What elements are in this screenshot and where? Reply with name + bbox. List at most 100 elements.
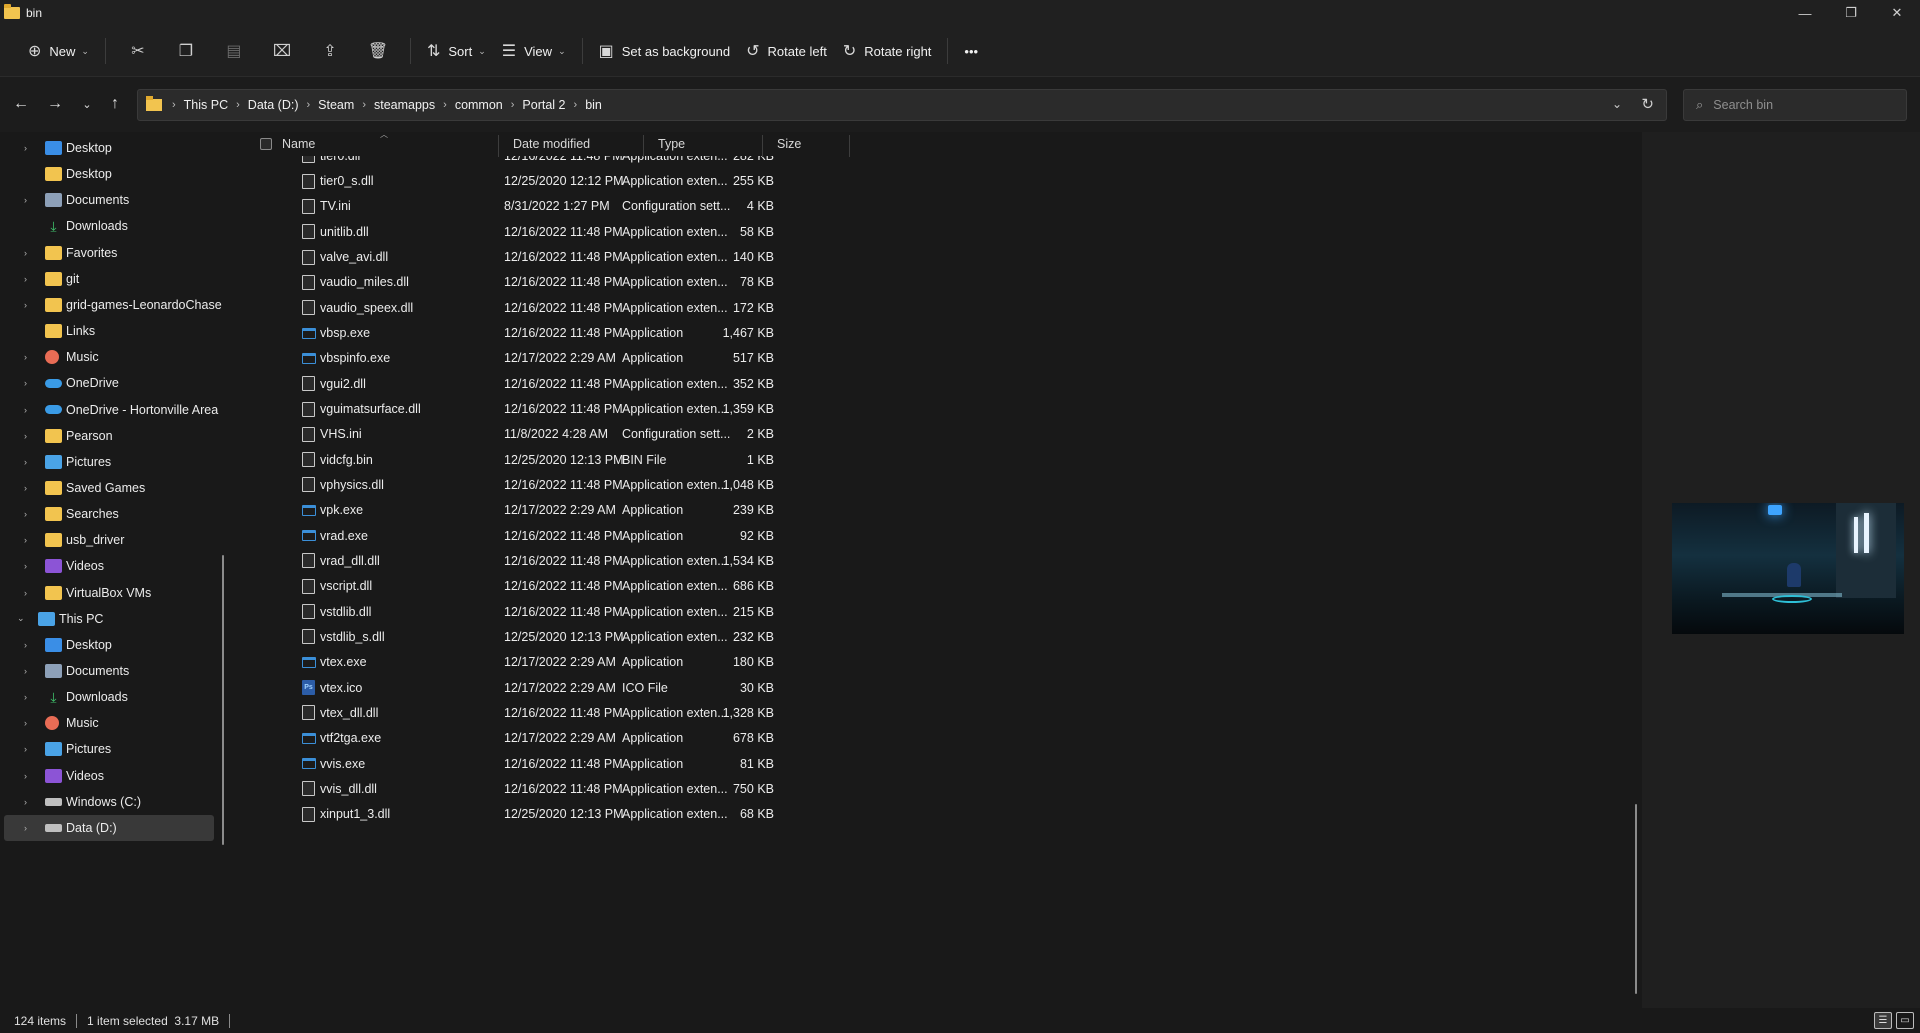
column-divider[interactable] [498,135,499,157]
sidebar-item[interactable]: › Videos [0,763,214,789]
chevron-right-icon[interactable]: › [24,352,27,362]
sidebar-item[interactable]: › Desktop [0,632,214,658]
sidebar-item[interactable]: › Data (D:) [4,814,214,841]
column-header-size[interactable]: Size [777,132,847,156]
address-history-dropdown[interactable]: ⌄ [1612,97,1622,111]
chevron-right-icon[interactable]: › [24,718,27,728]
file-row[interactable]: tier0_s.dll 12/25/2020 12:12 PM Applicatio… [262,169,1082,194]
sidebar-item[interactable]: › git [0,266,214,292]
chevron-right-icon[interactable]: › [24,457,27,467]
search-input[interactable] [1713,98,1894,112]
sidebar-item[interactable]: › Saved Games [0,475,214,501]
chevron-right-icon[interactable]: › [24,588,27,598]
chevron-right-icon[interactable]: › [24,274,27,284]
sidebar-item[interactable]: › OneDrive - Hortonville Area [0,397,218,423]
breadcrumb-this-pc[interactable]: This PC [184,98,228,112]
file-row[interactable]: vvis_dll.dll 12/16/2022 11:48 PM Applicati… [262,776,1082,801]
chevron-right-icon[interactable]: › [24,378,27,388]
chevron-right-icon[interactable]: › [24,797,27,807]
chevron-right-icon[interactable]: › [24,561,27,571]
large-icons-view-button[interactable]: ▭ [1896,1012,1914,1029]
chevron-right-icon[interactable]: › [24,195,27,205]
file-row[interactable]: vrad_dll.dll 12/16/2022 11:48 PM Applicati… [262,548,1082,573]
cut-button[interactable]: ✂ [114,34,162,68]
minimize-button[interactable]: — [1782,0,1828,26]
refresh-icon[interactable]: ↻ [1641,95,1654,113]
file-row[interactable]: vaudio_speex.dll 12/16/2022 11:48 PM Appli… [262,295,1082,320]
breadcrumb-bin[interactable]: bin [585,98,602,112]
sidebar-item[interactable]: › grid-games-LeonardoChase [0,292,222,318]
address-bar[interactable]: › This PC › Data (D:) › Steam › steamapp… [137,89,1667,121]
sidebar-item[interactable]: › Pearson [0,423,214,449]
paste-button[interactable]: ▤ [210,34,258,68]
breadcrumb-data-d[interactable]: Data (D:) [248,98,299,112]
sidebar-item[interactable]: › Desktop [0,135,214,161]
view-button[interactable]: ☰ View ⌄ [494,34,574,68]
chevron-right-icon[interactable]: › [24,300,27,310]
file-row[interactable]: vaudio_miles.dll 12/16/2022 11:48 PM Appli… [262,270,1082,295]
copy-button[interactable]: ❐ [162,34,210,68]
breadcrumb-common[interactable]: common [455,98,503,112]
file-row[interactable]: TV.ini 8/31/2022 1:27 PM Configuration set… [262,194,1082,219]
file-row[interactable]: vbspinfo.exe 12/17/2022 2:29 AM Applicatio… [262,346,1082,371]
file-row[interactable]: vtex_dll.dll 12/16/2022 11:48 PM Applicati… [262,700,1082,725]
file-row[interactable]: vbsp.exe 12/16/2022 11:48 PM Application 1,… [262,321,1082,346]
sidebar-item[interactable]: › Documents [0,187,214,213]
file-row[interactable]: vstdlib.dll 12/16/2022 11:48 PM Applicatio… [262,599,1082,624]
file-row[interactable]: vpk.exe 12/17/2022 2:29 AM Application 239 … [262,498,1082,523]
forward-button[interactable]: → [44,93,66,115]
file-row[interactable]: xinput1_3.dll 12/25/2020 12:13 PM Applicat… [262,802,1082,827]
sort-button[interactable]: ⇅ Sort ⌄ [419,34,494,68]
rotate-right-button[interactable]: ↻ Rotate right [835,34,940,68]
chevron-right-icon[interactable]: › [24,405,27,415]
file-row[interactable]: vscript.dll 12/16/2022 11:48 PM Applicatio… [262,574,1082,599]
more-options-button[interactable]: ••• [956,34,986,68]
sidebar-item[interactable]: ⤓ Downloads [0,213,214,239]
sidebar-item[interactable]: › OneDrive [0,370,214,396]
column-divider[interactable] [762,135,763,157]
sidebar-item[interactable]: › usb_driver [0,527,214,553]
rotate-left-button[interactable]: ↺ Rotate left [738,34,835,68]
chevron-right-icon[interactable]: › [24,535,27,545]
chevron-right-icon[interactable]: › [24,744,27,754]
file-row[interactable]: vgui2.dll 12/16/2022 11:48 PM Application … [262,371,1082,396]
file-row[interactable]: unitlib.dll 12/16/2022 11:48 PM Applicatio… [262,219,1082,244]
file-row[interactable]: vrad.exe 12/16/2022 11:48 PM Application 92… [262,523,1082,548]
chevron-right-icon[interactable]: › [24,143,27,153]
sidebar-item[interactable]: › VirtualBox VMs [0,580,214,606]
file-row[interactable]: Ps vtex.ico 12/17/2022 2:29 AM ICO File 30 K… [262,675,1082,700]
column-divider[interactable] [643,135,644,157]
sidebar-item[interactable]: › Music [0,344,214,370]
maximize-button[interactable]: ❐ [1828,0,1874,26]
column-header-date-modified[interactable]: Date modified [513,132,653,156]
sidebar-item[interactable]: › ⤓ Downloads [0,684,214,710]
chevron-right-icon[interactable]: › [24,431,27,441]
column-header-name[interactable]: Name [282,132,482,156]
column-divider[interactable] [849,135,850,157]
sidebar-item[interactable]: › Pictures [0,736,214,762]
delete-button[interactable]: 🗑 [354,34,402,68]
share-button[interactable]: ⇪ [306,34,354,68]
sidebar-item[interactable]: › Videos [0,553,214,579]
sidebar-item[interactable]: › Documents [0,658,214,684]
details-view-button[interactable]: ☰ [1874,1012,1892,1029]
chevron-right-icon[interactable]: › [24,248,27,258]
file-row[interactable]: vtex.exe 12/17/2022 2:29 AM Application 180… [262,650,1082,675]
up-button[interactable]: ↑ [104,93,126,115]
sidebar-item[interactable]: › Favorites [0,240,214,266]
sidebar-item[interactable]: Links [0,318,214,344]
breadcrumb-portal-2[interactable]: Portal 2 [522,98,565,112]
file-row[interactable]: vphysics.dll 12/16/2022 11:48 PM Applicati… [262,472,1082,497]
file-list-scrollbar[interactable] [1635,804,1637,994]
chevron-right-icon[interactable]: › [24,666,27,676]
file-row[interactable]: vidcfg.bin 12/25/2020 12:13 PM BIN File 1 K… [262,447,1082,472]
sidebar-item[interactable]: ⌄ This PC [0,606,214,632]
back-button[interactable]: ← [10,93,32,115]
sidebar-item[interactable]: › Searches [0,501,214,527]
chevron-down-icon[interactable]: ⌄ [17,613,25,624]
close-button[interactable]: ✕ [1874,0,1920,26]
chevron-right-icon[interactable]: › [24,771,27,781]
sidebar-item[interactable]: › Music [0,710,214,736]
column-header-type[interactable]: Type [658,132,758,156]
breadcrumb-steam[interactable]: Steam [318,98,354,112]
